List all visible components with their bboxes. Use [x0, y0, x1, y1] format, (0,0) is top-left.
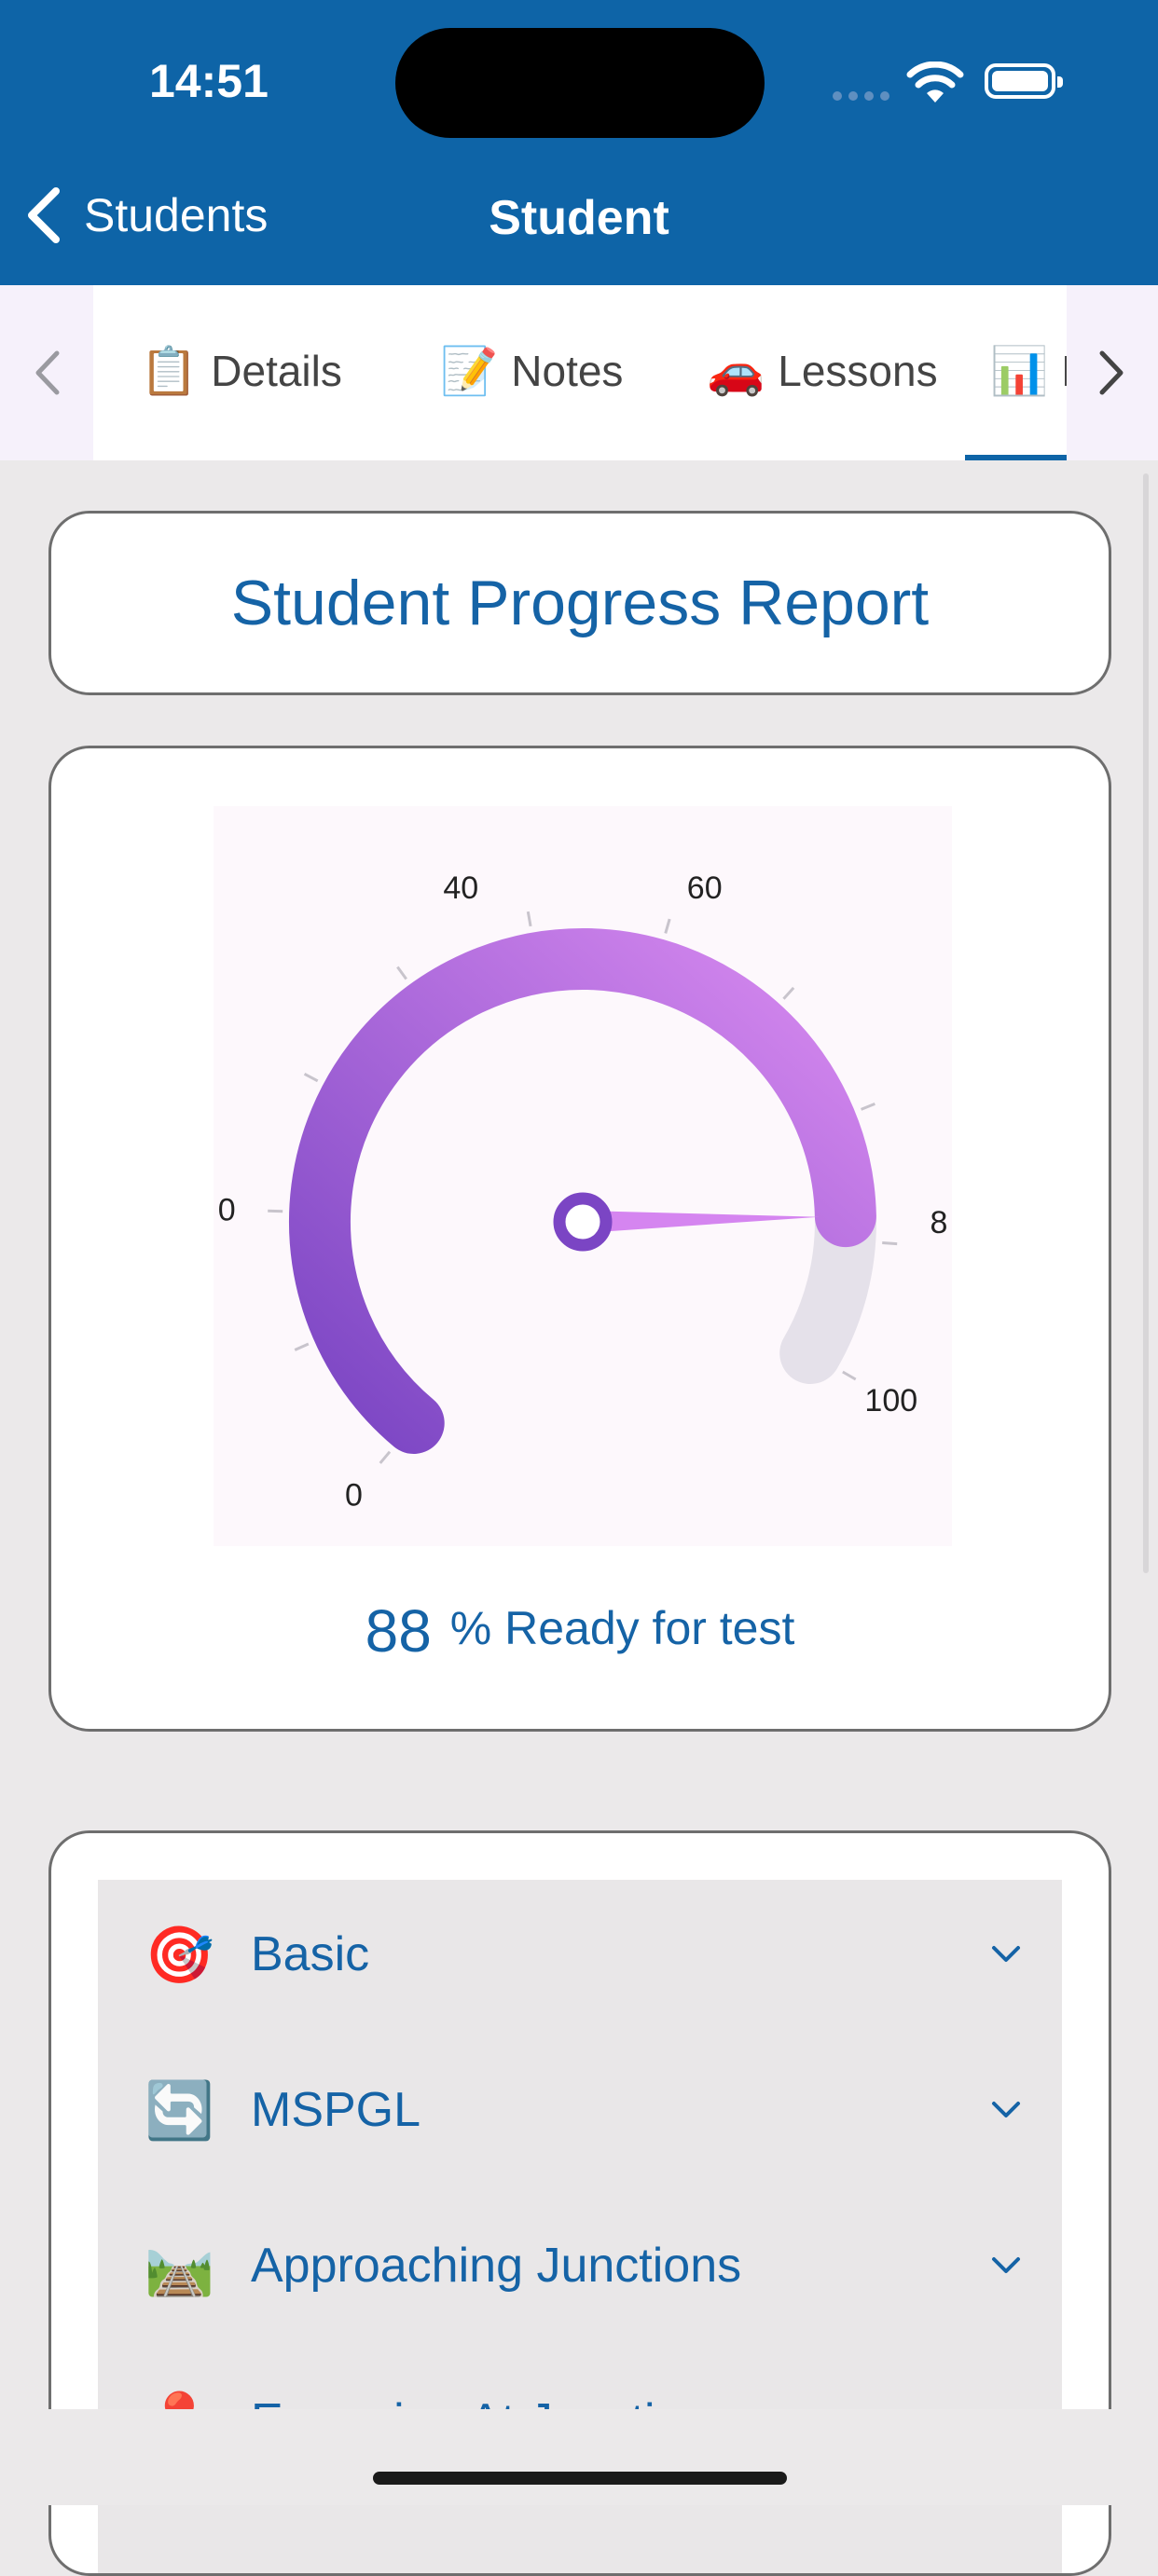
tab-label: Details [211, 347, 342, 395]
gauge-tick [842, 1370, 857, 1381]
gauge-tick-label: 8 [931, 1205, 948, 1240]
gauge-tick [526, 911, 532, 927]
tab-label: Lessons [778, 347, 938, 395]
tabs-scroller[interactable]: 📋 Details 📝 Notes 🚗 Lessons 📊 P [93, 285, 1067, 460]
battery-icon [985, 63, 1063, 99]
report-title: Student Progress Report [230, 568, 930, 638]
gauge-tick-label: 40 [443, 870, 478, 906]
gauge-tick-label: 0 [218, 1193, 236, 1228]
readiness-readout: 88 % Ready for test [51, 1596, 1109, 1665]
wifi-icon [906, 62, 964, 103]
chevron-left-icon [35, 350, 60, 395]
tab-scroll-right-button[interactable] [1067, 285, 1158, 460]
gauge-tick [782, 986, 795, 1000]
active-tab-indicator [965, 455, 1067, 460]
gauge-tick-label: 60 [687, 870, 723, 906]
progress-gauge: 0 0 40 60 8 100 [218, 870, 948, 1514]
gauge-tick [860, 1102, 875, 1111]
tab-label: Notes [511, 347, 624, 395]
chevron-down-icon [992, 1946, 1020, 1962]
chevron-right-icon [1099, 350, 1124, 395]
category-item-basic[interactable]: 🎯 Basic [98, 1898, 1062, 2010]
category-label: Approaching Junctions [251, 2239, 742, 2293]
chevron-down-icon [992, 2102, 1020, 2117]
gauge-tick [396, 966, 407, 980]
clipboard-icon: 📋 [140, 344, 199, 397]
category-item-approaching-junctions[interactable]: 🛤️ Approaching Junctions [98, 2210, 1062, 2322]
gauge-tick-label: 0 [345, 1478, 363, 1514]
arrows-cycle-icon: 🔄 [145, 2077, 214, 2144]
gauge-tick [268, 1209, 283, 1213]
gauge-hub [553, 1192, 613, 1252]
dynamic-island [395, 28, 765, 138]
tab-details[interactable]: 📋 Details [140, 343, 342, 399]
status-time: 14:51 [149, 55, 269, 107]
page-title: Student [489, 191, 669, 245]
progress-gauge-card: 0 0 40 60 8 100 88 % Ready for test [48, 746, 1111, 1732]
target-icon: 🎯 [145, 1922, 214, 1988]
bottom-safe-area [0, 2409, 1158, 2505]
readiness-value: 88 [365, 1597, 432, 1665]
scrollbar[interactable] [1143, 473, 1149, 1573]
readiness-label: % Ready for test [449, 1602, 795, 1654]
railway-track-icon: 🛤️ [145, 2233, 214, 2299]
category-item-mspgl[interactable]: 🔄 MSPGL [98, 2054, 1062, 2166]
gauge-tick [379, 1450, 392, 1464]
tab-bar: 📋 Details 📝 Notes 🚗 Lessons 📊 P [0, 285, 1158, 460]
gauge-needle [582, 1211, 820, 1233]
gauge-tick [294, 1342, 310, 1351]
car-icon: 🚗 [707, 344, 765, 397]
tab-scroll-left-button[interactable] [0, 285, 93, 460]
tab-lessons[interactable]: 🚗 Lessons [707, 343, 938, 399]
gauge-tick-label: 100 [864, 1383, 917, 1418]
gauge-tick [303, 1072, 319, 1083]
memo-icon: 📝 [440, 344, 499, 397]
tab-progress[interactable]: 📊 P [990, 343, 1067, 399]
home-indicator [373, 2472, 787, 2485]
tab-notes[interactable]: 📝 Notes [440, 343, 623, 399]
nav-header: 14:51 Students Student [0, 0, 1158, 285]
bar-chart-icon: 📊 [990, 344, 1049, 397]
category-label: MSPGL [251, 2083, 421, 2137]
category-label: Basic [251, 1927, 370, 1981]
chevron-down-icon [992, 2257, 1020, 2273]
gauge-tick [664, 918, 671, 934]
report-title-card: Student Progress Report [48, 511, 1111, 695]
signal-icon [833, 91, 889, 101]
gauge-tick [882, 1240, 898, 1246]
gauge-arc-value [288, 928, 876, 1454]
